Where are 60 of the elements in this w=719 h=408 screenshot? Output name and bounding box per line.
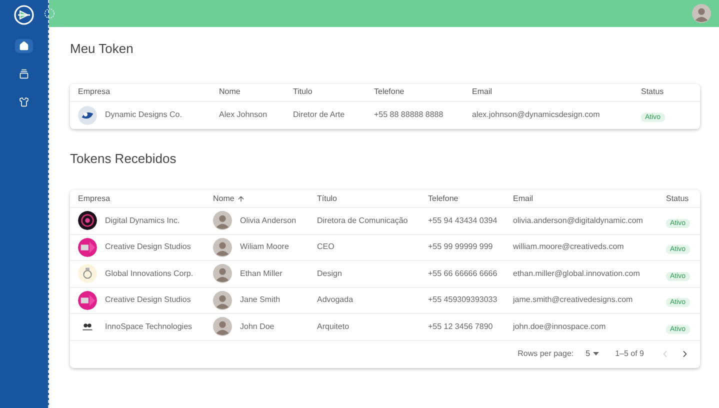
logo-icon [14, 5, 34, 25]
column-header[interactable]: Email [513, 192, 534, 204]
rows-per-page-select[interactable]: 5 [586, 348, 600, 360]
rows-per-page-label: Rows per page: [518, 348, 574, 360]
table-cell-text: Alex Johnson [219, 109, 268, 121]
table-cell: InnoSpace Technologies [105, 320, 192, 333]
column-header[interactable]: Telefone [428, 192, 458, 204]
table-cell-text: +55 66 66666 6666 [428, 268, 498, 280]
table-cell-text: william.moore@creativeds.com [513, 241, 625, 254]
table-cell: Jane Smith [240, 294, 280, 306]
column-header: Nome [219, 86, 242, 98]
table-cell-text: +55 459309393033 [428, 294, 498, 306]
avatar [692, 4, 711, 23]
table-cell-text: CEO [317, 241, 336, 254]
table-cell-text: Diretora de Comunicação [317, 214, 409, 227]
avatar [213, 238, 232, 257]
table-cell-text: ethan.miller@global.innovation.com [513, 268, 641, 280]
table-cell-text: +55 88 88888 8888 [374, 109, 444, 121]
section-title: Tokens Recebidos [70, 150, 178, 168]
column-header[interactable]: Título [317, 192, 338, 204]
table-cell: Digital Dynamics Inc. [105, 214, 180, 227]
table-cell-text: Diretor de Arte [293, 109, 346, 121]
table-cell: Creative Design Studios [105, 294, 191, 306]
table-cell-text: jame.smith@creativedesigns.com [513, 294, 634, 306]
table-cell-text: Design [317, 268, 343, 280]
column-header[interactable]: Nome [213, 192, 234, 204]
column-header[interactable]: Empresa [78, 192, 110, 204]
table-cell: Olivia Anderson [240, 214, 296, 227]
table-cell: Wiliam Moore [240, 241, 289, 254]
page-range: 1–5 of 9 [615, 348, 644, 360]
column-header: Status [641, 86, 665, 98]
table-cell: Global Innovations Corp. [105, 268, 194, 280]
nav-item[interactable] [15, 39, 33, 53]
column-header: Empresa [78, 86, 112, 98]
section-title: Meu Token [70, 40, 134, 58]
table-cell-text: +55 99 99999 999 [428, 241, 494, 254]
shirt-icon [19, 97, 29, 107]
table-cell-text: Advogada [317, 294, 354, 306]
column-header: Telefone [374, 86, 406, 98]
avatar [213, 317, 232, 336]
table-cell: John Doe [240, 320, 274, 333]
column-header: Email [472, 86, 494, 98]
avatar [213, 211, 232, 230]
table-cell: Creative Design Studios [105, 241, 191, 254]
cards-icon [19, 69, 29, 79]
table-cell-text: +55 12 3456 7890 [428, 320, 494, 333]
table-cell: Dynamic Designs Co. [105, 109, 182, 121]
column-header: Titulo [293, 86, 314, 98]
avatar [213, 264, 232, 284]
table-cell-text: olivia.anderson@digitaldynamic.com [513, 214, 644, 227]
table-cell-text: john.doe@innospace.com [513, 320, 607, 333]
table-cell-text: +55 94 43434 0394 [428, 214, 498, 227]
table-cell-text: Arquiteto [317, 320, 350, 333]
dropdown-caret-icon [593, 352, 600, 356]
avatar [213, 290, 232, 310]
toggle-icon[interactable] [44, 8, 55, 19]
table-cell: Ethan Miller [240, 268, 282, 280]
table-cell-text: alex.johnson@dynamicsdesign.com [472, 109, 601, 121]
home-icon [19, 41, 29, 51]
column-header[interactable]: Status [666, 192, 689, 204]
